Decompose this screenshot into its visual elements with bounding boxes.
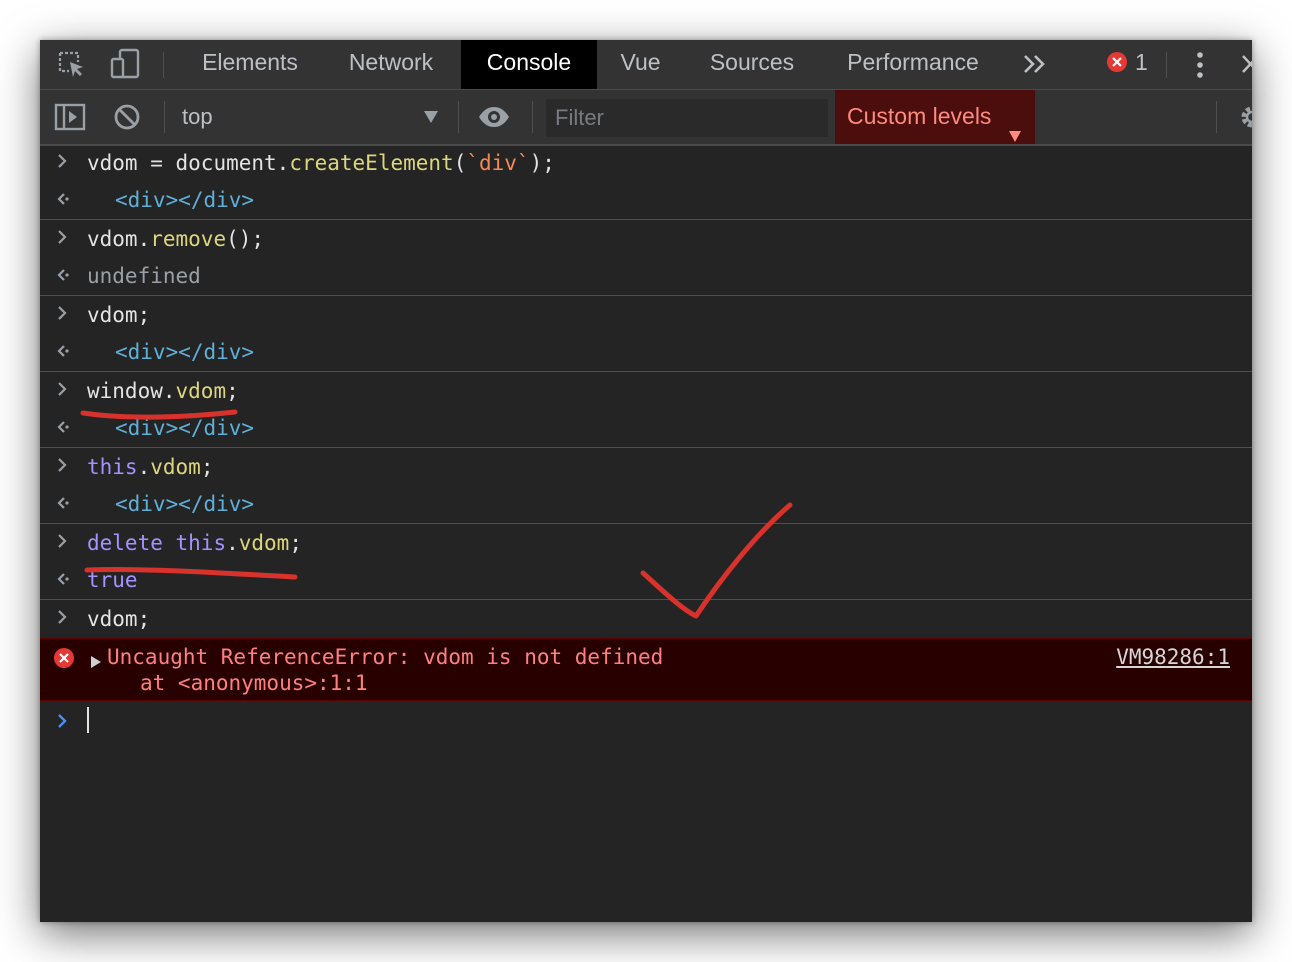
input-prompt-icon [54,226,72,248]
console-input-line: vdom.remove(); [40,220,1252,258]
filter-input[interactable] [546,99,828,137]
toolbar-separator [458,101,459,133]
console-output-line: true [40,562,1252,599]
more-tabs-icon[interactable] [1022,52,1048,81]
console-input-code[interactable]: vdom.remove(); [87,220,264,258]
tab-label: Network [348,49,434,75]
dropdown-arrow-icon[interactable] [423,110,439,129]
console-input-line: this.vdom; [40,448,1252,486]
tab-label: Performance [847,49,979,75]
tabbar-separator [1166,52,1167,78]
console-output-line: undefined [40,258,1252,295]
input-prompt-icon [54,150,72,172]
console-input-line: delete this.vdom; [40,524,1252,562]
output-return-icon [54,416,72,438]
error-count[interactable]: 1 [1135,40,1148,85]
tab-console[interactable]: Console [461,40,597,89]
console-input-line: vdom; [40,600,1252,638]
error-stack: at <anonymous>:1:1 [140,671,368,695]
tab-sources[interactable]: Sources [689,40,815,89]
console-entry: vdom.remove(); undefined [40,220,1252,296]
console-input-code[interactable]: vdom; [87,600,150,638]
console-output-value[interactable]: <div></div> [115,486,254,523]
custom-levels-label: Custom levels [847,103,992,129]
console-input-code[interactable]: vdom = document.createElement(`div`); [87,144,555,182]
console-output-value: true [87,568,138,592]
device-toolbar-icon[interactable] [108,47,142,86]
devtools-tab-bar: Elements Network Console Vue Sources Per… [40,40,1252,90]
output-return-icon [54,264,72,286]
console-input-code[interactable]: this.vdom; [87,448,213,486]
expand-triangle-icon[interactable] [90,650,102,674]
input-prompt-icon [54,454,72,476]
console-entry: delete this.vdom; true [40,524,1252,600]
kebab-menu-icon[interactable] [1190,50,1210,85]
input-prompt-icon [54,302,72,324]
console-error-message: Uncaught ReferenceError: vdom is not def… [40,638,1252,701]
output-return-icon [54,188,72,210]
console-entry: vdom = document.createElement(`div`); <d… [40,144,1252,220]
console-input-line: vdom = document.createElement(`div`); [40,144,1252,182]
console-input-line: window.vdom; [40,372,1252,410]
output-return-icon [54,340,72,362]
console-output-line: <div></div> [40,486,1252,523]
console-output-value: undefined [87,264,201,288]
input-prompt-icon [54,606,72,628]
console-input-code[interactable]: delete this.vdom; [87,524,302,562]
custom-levels-dropdown[interactable]: Custom levels [835,90,1035,144]
console-output-value[interactable]: <div></div> [115,410,254,447]
tab-label: Sources [709,49,795,75]
console-input-code[interactable]: window.vdom; [87,372,239,410]
close-devtools-icon[interactable] [1240,53,1252,80]
toolbar-separator [164,101,165,133]
toolbar-separator [532,101,533,133]
console-output-line: <div></div> [40,334,1252,371]
tab-network[interactable]: Network [326,40,456,89]
error-circle-icon [53,647,75,674]
tab-elements[interactable]: Elements [180,40,320,89]
console-input-code[interactable]: vdom; [87,296,150,334]
sidebar-toggle-icon[interactable] [54,103,86,136]
clear-console-icon[interactable] [113,103,141,136]
console-output-value[interactable]: <div></div> [115,334,254,371]
output-return-icon [54,492,72,514]
console-entry: vdom; <div></div> [40,296,1252,372]
console-entry: vdom; [40,600,1252,638]
tab-label: Elements [202,49,298,75]
inspect-element-icon[interactable] [56,49,88,86]
input-prompt-icon [54,710,72,732]
input-prompt-icon [54,530,72,552]
console-entry: window.vdom; <div></div> [40,372,1252,448]
toolbar-separator [1216,101,1217,133]
tab-vue[interactable]: Vue [603,40,678,89]
error-badge-icon[interactable] [1106,51,1128,78]
context-selector[interactable]: top [182,90,213,144]
console-output-value[interactable]: <div></div> [115,182,254,219]
output-return-icon [54,568,72,590]
tab-label: Console [486,49,572,75]
console-input-line: vdom; [40,296,1252,334]
tab-label: Vue [620,49,661,75]
console-toolbar: top Custom levels [40,90,1252,146]
devtools-window: Elements Network Console Vue Sources Per… [40,40,1252,922]
live-expression-eye-icon[interactable] [477,105,511,134]
console-entry: this.vdom; <div></div> [40,448,1252,524]
console-prompt-input[interactable] [40,701,1252,741]
console-panel: vdom = document.createElement(`div`); <d… [40,144,1252,922]
input-prompt-icon [54,378,72,400]
tabbar-separator [163,52,164,78]
console-output-line: <div></div> [40,182,1252,219]
error-source-link[interactable]: VM98286:1 [1116,645,1230,669]
console-output-line: <div></div> [40,410,1252,447]
tab-performance[interactable]: Performance [830,40,996,89]
settings-gear-icon[interactable] [1239,104,1252,135]
text-caret [87,707,89,733]
error-text: Uncaught ReferenceError: vdom is not def… [107,645,664,669]
